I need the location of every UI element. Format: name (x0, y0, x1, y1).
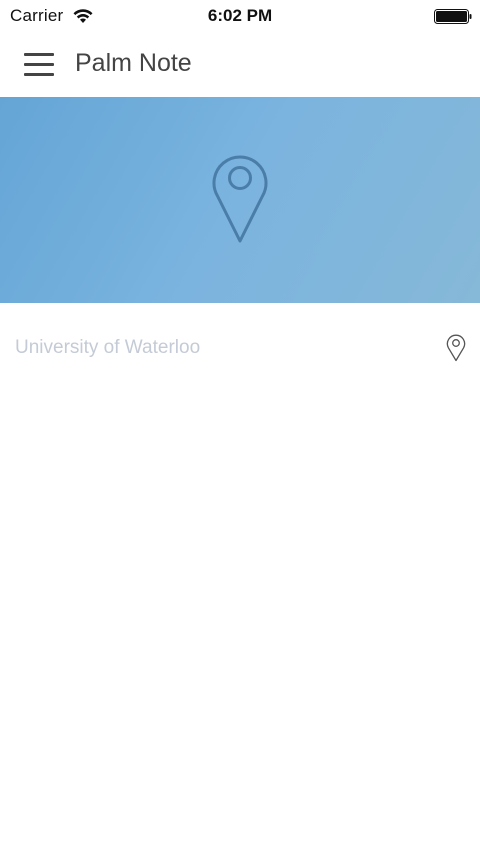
map-pin-icon[interactable] (446, 334, 466, 362)
location-name: University of Waterloo (15, 337, 201, 358)
screen: Carrier 6:02 PM Palm Note University of … (0, 0, 480, 853)
navigation-bar: Palm Note (0, 34, 480, 97)
map-pin-icon (212, 155, 268, 243)
location-row[interactable]: University of Waterloo (0, 318, 480, 378)
battery-icon (434, 9, 472, 24)
status-time: 6:02 PM (207, 6, 273, 25)
hamburger-menu-icon[interactable] (24, 51, 56, 79)
page-title: Palm Note (75, 49, 192, 77)
status-bar: Carrier 6:02 PM (0, 0, 480, 34)
